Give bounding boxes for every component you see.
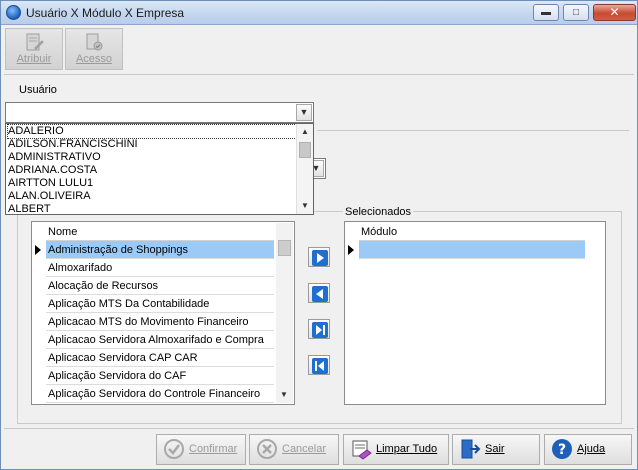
- sair-label: Sair: [485, 443, 505, 455]
- selected-modules-grid[interactable]: Módulo: [344, 221, 606, 405]
- access-icon: [86, 33, 103, 51]
- dropdown-option[interactable]: ADALERIO: [7, 124, 297, 139]
- app-icon: [6, 5, 21, 20]
- dropdown-option[interactable]: AIRTTON LULU1: [8, 177, 93, 190]
- ajuda-button[interactable]: ? Ajuda: [544, 434, 632, 465]
- cancelar-label: Cancelar: [282, 443, 327, 455]
- table-row[interactable]: Aplicacao Servidora Almoxarifado e Compr…: [46, 331, 274, 349]
- table-row[interactable]: Aplicação Servidora do CAF: [46, 367, 274, 385]
- usuario-label: Usuário: [19, 84, 57, 96]
- available-scrollbar[interactable]: ▼: [276, 223, 293, 403]
- table-row[interactable]: Aplicação Servidora do Controle Financei…: [46, 385, 274, 403]
- close-button[interactable]: ✕: [593, 4, 636, 21]
- ajuda-label: Ajuda: [577, 443, 606, 455]
- check-icon: [164, 439, 184, 459]
- limpar-tudo-button[interactable]: Limpar Tudo: [343, 434, 449, 465]
- scroll-thumb[interactable]: [278, 240, 291, 256]
- row-indicator-icon: [348, 245, 354, 255]
- acesso-button[interactable]: Acesso: [65, 28, 123, 70]
- move-all-right-button[interactable]: [308, 319, 330, 339]
- confirmar-button[interactable]: Confirmar: [156, 434, 246, 465]
- bottom-separator: [4, 428, 634, 429]
- dropdown-option[interactable]: ALBERT: [8, 203, 51, 216]
- move-right-button[interactable]: [308, 247, 330, 267]
- arrow-right-icon: [312, 250, 328, 266]
- cancel-icon: [257, 439, 277, 459]
- table-row[interactable]: Administração de Shoppings: [46, 241, 274, 259]
- window-title: Usuário X Módulo X Empresa: [26, 6, 185, 20]
- dropdown-option[interactable]: ADMINISTRATIVO: [8, 151, 101, 164]
- arrow-left-icon: [312, 286, 328, 302]
- table-row[interactable]: Almoxarifado: [46, 259, 274, 277]
- minimize-button[interactable]: ▬: [533, 4, 559, 21]
- dropdown-option[interactable]: ADILSON.FRANCISCHINI: [8, 138, 138, 151]
- app-window: Usuário X Módulo X Empresa ▬ □ ✕ Atribui…: [0, 0, 638, 470]
- arrow-last-icon: [312, 322, 328, 338]
- svg-text:?: ?: [558, 442, 566, 458]
- confirmar-label: Confirmar: [189, 443, 238, 455]
- help-icon: ?: [552, 439, 572, 459]
- maximize-button[interactable]: □: [563, 4, 589, 21]
- usuario-combo[interactable]: ▼: [5, 102, 314, 123]
- exit-door-icon: [461, 439, 481, 459]
- move-left-button[interactable]: [308, 283, 330, 303]
- document-edit-icon: [26, 33, 44, 51]
- title-bar: Usuário X Módulo X Empresa ▬ □ ✕: [1, 1, 637, 25]
- scroll-up-icon[interactable]: ▲: [297, 124, 313, 140]
- table-row[interactable]: Alocação de Recursos: [46, 277, 274, 295]
- usuario-dropdown-list[interactable]: ADALERIO ADILSON.FRANCISCHINI ADMINISTRA…: [5, 123, 314, 215]
- dropdown-option[interactable]: ALAN.OLIVEIRA: [8, 190, 91, 203]
- move-all-left-button[interactable]: [308, 355, 330, 375]
- nome-column-header[interactable]: Nome: [46, 223, 274, 241]
- atribuir-button[interactable]: Atribuir: [5, 28, 63, 70]
- scroll-down-icon[interactable]: ▼: [276, 387, 292, 403]
- available-modules-grid[interactable]: Nome Administração de Shoppings Almoxari…: [31, 221, 295, 405]
- table-row[interactable]: [359, 241, 585, 259]
- chevron-down-icon[interactable]: ▼: [296, 104, 312, 121]
- sair-button[interactable]: Sair: [452, 434, 540, 465]
- row-indicator-icon: [35, 245, 41, 255]
- acesso-label: Acesso: [75, 53, 113, 65]
- table-row[interactable]: Aplicacao Servidora CAP CAR: [46, 349, 274, 367]
- arrow-first-icon: [312, 358, 328, 374]
- eraser-list-icon: [352, 440, 372, 460]
- dropdown-option[interactable]: ADRIANA.COSTA: [8, 164, 97, 177]
- atribuir-label: Atribuir: [16, 53, 52, 65]
- scroll-down-icon[interactable]: ▼: [297, 198, 313, 214]
- section-separator: [317, 130, 629, 131]
- toolbar-separator: [4, 74, 634, 75]
- scroll-thumb[interactable]: [299, 142, 311, 158]
- table-row[interactable]: Aplicacao MTS do Movimento Financeiro: [46, 313, 274, 331]
- selecionados-label: Selecionados: [343, 206, 414, 218]
- cancelar-button[interactable]: Cancelar: [249, 434, 339, 465]
- limpar-tudo-label: Limpar Tudo: [376, 443, 438, 455]
- table-row[interactable]: Aplicação MTS Da Contabilidade: [46, 295, 274, 313]
- dropdown-scrollbar[interactable]: ▲ ▼: [296, 124, 313, 214]
- modulo-column-header[interactable]: Módulo: [359, 223, 585, 241]
